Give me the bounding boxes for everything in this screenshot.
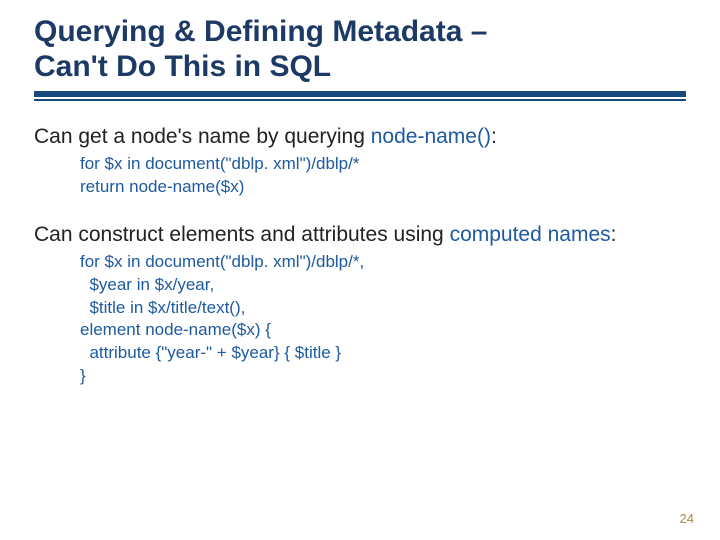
section1-code: for $x in document("dblp. xml")/dblp/* r… bbox=[80, 153, 686, 199]
rule-thin bbox=[34, 99, 686, 101]
code-line: for $x in document("dblp. xml")/dblp/*, bbox=[80, 251, 686, 274]
code-line: return node-name($x) bbox=[80, 176, 686, 199]
slide-title: Querying & Defining Metadata – Can't Do … bbox=[34, 14, 686, 85]
code-line: $year in $x/year, bbox=[80, 274, 686, 297]
section1-intro-prefix: Can get a node's name by querying bbox=[34, 125, 371, 148]
title-rule bbox=[34, 91, 686, 101]
section1-intro: Can get a node's name by querying node-n… bbox=[34, 125, 686, 149]
code-line: } bbox=[80, 365, 686, 388]
code-line: for $x in document("dblp. xml")/dblp/* bbox=[80, 153, 686, 176]
code-line: attribute {"year-" + $year} { $title } bbox=[80, 342, 686, 365]
code-line: element node-name($x) { bbox=[80, 319, 686, 342]
section2-code: for $x in document("dblp. xml")/dblp/*, … bbox=[80, 251, 686, 389]
code-line: $title in $x/title/text(), bbox=[80, 297, 686, 320]
section2-intro: Can construct elements and attributes us… bbox=[34, 223, 686, 247]
page-number: 24 bbox=[680, 511, 694, 526]
section2-intro-prefix: Can construct elements and attributes us… bbox=[34, 223, 450, 246]
section1-intro-keyword: node-name() bbox=[371, 125, 491, 148]
rule-thick bbox=[34, 91, 686, 97]
title-line-2: Can't Do This in SQL bbox=[34, 50, 331, 83]
section1-intro-suffix: : bbox=[491, 125, 497, 148]
title-line-1: Querying & Defining Metadata – bbox=[34, 15, 487, 48]
section2-intro-suffix: : bbox=[611, 223, 617, 246]
slide: Querying & Defining Metadata – Can't Do … bbox=[0, 0, 720, 540]
section2-intro-keyword: computed names bbox=[450, 223, 611, 246]
